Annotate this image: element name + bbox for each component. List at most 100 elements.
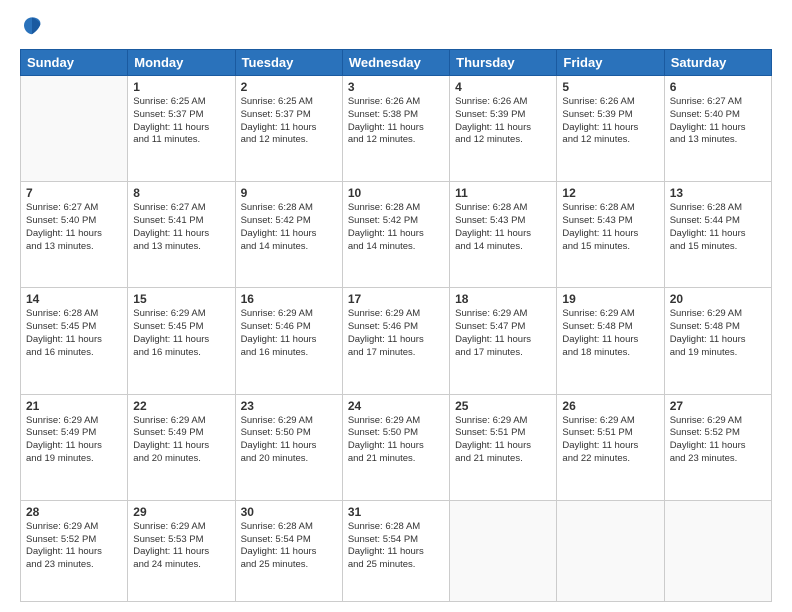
calendar-cell: 3 Sunrise: 6:26 AM Sunset: 5:38 PM Daylig…	[342, 76, 449, 182]
calendar-cell: 25Sunrise: 6:29 AM Sunset: 5:51 PM Dayli…	[450, 394, 557, 500]
calendar-cell: 15 Sunrise: 6:29 AM Sunset: 5:45 PM Dayli…	[128, 288, 235, 394]
calendar-cell: 27 Sunrise: 6:29 AM Sunset: 5:52 PM Dayli…	[664, 394, 771, 500]
day-number: 22	[133, 399, 229, 413]
day-info: Sunrise: 6:29 AM Sunset: 5:46 PM Dayligh…	[241, 308, 337, 359]
day-number: 3	[348, 80, 444, 94]
day-number: 9	[241, 186, 337, 200]
day-info: Sunrise: 6:29 AM Sunset: 5:49 PM Dayligh…	[133, 415, 229, 466]
day-number: 4	[455, 80, 551, 94]
calendar-header-monday: Monday	[128, 50, 235, 76]
calendar-cell: 13 Sunrise: 6:28 AM Sunset: 5:44 PM Dayli…	[664, 182, 771, 288]
day-info: Sunrise: 6:28 AM Sunset: 5:42 PM Dayligh…	[348, 202, 444, 253]
day-info: Sunrise: 6:28 AM Sunset: 5:44 PM Dayligh…	[670, 202, 766, 253]
day-info: Sunrise: 6:29 AM Sunset: 5:50 PM Dayligh…	[348, 415, 444, 466]
calendar-cell: 21Sunrise: 6:29 AM Sunset: 5:49 PM Dayli…	[21, 394, 128, 500]
calendar-cell	[557, 500, 664, 601]
calendar-cell: 28 Sunrise: 6:29 AM Sunset: 5:52 PM Dayli…	[21, 500, 128, 601]
day-number: 11	[455, 186, 551, 200]
day-number: 29	[133, 505, 229, 519]
calendar-cell: 8 Sunrise: 6:27 AM Sunset: 5:41 PM Daylig…	[128, 182, 235, 288]
day-info: Sunrise: 6:26 AM Sunset: 5:38 PM Dayligh…	[348, 96, 444, 147]
calendar-header-sunday: Sunday	[21, 50, 128, 76]
day-info: Sunrise: 6:29 AM Sunset: 5:53 PM Dayligh…	[133, 521, 229, 572]
calendar-cell: 20Sunrise: 6:29 AM Sunset: 5:48 PM Dayli…	[664, 288, 771, 394]
calendar-cell: 23 Sunrise: 6:29 AM Sunset: 5:50 PM Dayli…	[235, 394, 342, 500]
day-number: 18	[455, 292, 551, 306]
day-info: Sunrise: 6:28 AM Sunset: 5:54 PM Dayligh…	[348, 521, 444, 572]
calendar-cell: 12 Sunrise: 6:28 AM Sunset: 5:43 PM Dayli…	[557, 182, 664, 288]
day-info: Sunrise: 6:25 AM Sunset: 5:37 PM Dayligh…	[241, 96, 337, 147]
calendar-cell	[21, 76, 128, 182]
day-info: Sunrise: 6:28 AM Sunset: 5:54 PM Dayligh…	[241, 521, 337, 572]
calendar-cell: 29 Sunrise: 6:29 AM Sunset: 5:53 PM Dayli…	[128, 500, 235, 601]
calendar-cell: 18 Sunrise: 6:29 AM Sunset: 5:47 PM Dayli…	[450, 288, 557, 394]
day-number: 15	[133, 292, 229, 306]
day-info: Sunrise: 6:29 AM Sunset: 5:52 PM Dayligh…	[26, 521, 122, 572]
day-number: 8	[133, 186, 229, 200]
page: SundayMondayTuesdayWednesdayThursdayFrid…	[0, 0, 792, 612]
day-number: 19	[562, 292, 658, 306]
day-info: Sunrise: 6:28 AM Sunset: 5:42 PM Dayligh…	[241, 202, 337, 253]
calendar-cell: 19 Sunrise: 6:29 AM Sunset: 5:48 PM Dayli…	[557, 288, 664, 394]
day-number: 16	[241, 292, 337, 306]
day-number: 27	[670, 399, 766, 413]
calendar-cell: 2 Sunrise: 6:25 AM Sunset: 5:37 PM Daylig…	[235, 76, 342, 182]
calendar-cell: 11 Sunrise: 6:28 AM Sunset: 5:43 PM Dayli…	[450, 182, 557, 288]
day-number: 6	[670, 80, 766, 94]
calendar-week-row: 7 Sunrise: 6:27 AM Sunset: 5:40 PM Daylig…	[21, 182, 772, 288]
calendar-cell: 1 Sunrise: 6:25 AM Sunset: 5:37 PM Daylig…	[128, 76, 235, 182]
calendar-week-row: 28 Sunrise: 6:29 AM Sunset: 5:52 PM Dayli…	[21, 500, 772, 601]
calendar-header-row: SundayMondayTuesdayWednesdayThursdayFrid…	[21, 50, 772, 76]
calendar-cell	[664, 500, 771, 601]
day-number: 26	[562, 399, 658, 413]
day-number: 2	[241, 80, 337, 94]
calendar-header-thursday: Thursday	[450, 50, 557, 76]
calendar-header-wednesday: Wednesday	[342, 50, 449, 76]
day-info: Sunrise: 6:29 AM Sunset: 5:49 PM Dayligh…	[26, 415, 122, 466]
day-info: Sunrise: 6:29 AM Sunset: 5:50 PM Dayligh…	[241, 415, 337, 466]
day-info: Sunrise: 6:27 AM Sunset: 5:40 PM Dayligh…	[26, 202, 122, 253]
header	[20, 15, 772, 39]
calendar-cell: 26 Sunrise: 6:29 AM Sunset: 5:51 PM Dayli…	[557, 394, 664, 500]
calendar-cell: 10 Sunrise: 6:28 AM Sunset: 5:42 PM Dayli…	[342, 182, 449, 288]
calendar-week-row: 1 Sunrise: 6:25 AM Sunset: 5:37 PM Daylig…	[21, 76, 772, 182]
day-number: 10	[348, 186, 444, 200]
day-info: Sunrise: 6:26 AM Sunset: 5:39 PM Dayligh…	[562, 96, 658, 147]
day-number: 30	[241, 505, 337, 519]
day-info: Sunrise: 6:26 AM Sunset: 5:39 PM Dayligh…	[455, 96, 551, 147]
calendar-week-row: 14Sunrise: 6:28 AM Sunset: 5:45 PM Dayli…	[21, 288, 772, 394]
calendar-week-row: 21Sunrise: 6:29 AM Sunset: 5:49 PM Dayli…	[21, 394, 772, 500]
calendar-header-tuesday: Tuesday	[235, 50, 342, 76]
calendar-cell: 6 Sunrise: 6:27 AM Sunset: 5:40 PM Daylig…	[664, 76, 771, 182]
calendar-cell: 16 Sunrise: 6:29 AM Sunset: 5:46 PM Dayli…	[235, 288, 342, 394]
day-number: 17	[348, 292, 444, 306]
day-info: Sunrise: 6:29 AM Sunset: 5:51 PM Dayligh…	[562, 415, 658, 466]
calendar-cell: 14Sunrise: 6:28 AM Sunset: 5:45 PM Dayli…	[21, 288, 128, 394]
day-number: 24	[348, 399, 444, 413]
calendar-header-saturday: Saturday	[664, 50, 771, 76]
day-number: 1	[133, 80, 229, 94]
day-number: 23	[241, 399, 337, 413]
calendar-cell: 30 Sunrise: 6:28 AM Sunset: 5:54 PM Dayli…	[235, 500, 342, 601]
day-info: Sunrise: 6:29 AM Sunset: 5:46 PM Dayligh…	[348, 308, 444, 359]
day-info: Sunrise: 6:27 AM Sunset: 5:41 PM Dayligh…	[133, 202, 229, 253]
calendar-table: SundayMondayTuesdayWednesdayThursdayFrid…	[20, 49, 772, 602]
calendar-cell: 9 Sunrise: 6:28 AM Sunset: 5:42 PM Daylig…	[235, 182, 342, 288]
day-info: Sunrise: 6:28 AM Sunset: 5:43 PM Dayligh…	[455, 202, 551, 253]
day-number: 7	[26, 186, 122, 200]
day-number: 14	[26, 292, 122, 306]
day-info: Sunrise: 6:28 AM Sunset: 5:43 PM Dayligh…	[562, 202, 658, 253]
calendar-cell: 31Sunrise: 6:28 AM Sunset: 5:54 PM Dayli…	[342, 500, 449, 601]
day-number: 28	[26, 505, 122, 519]
calendar-cell: 5Sunrise: 6:26 AM Sunset: 5:39 PM Daylig…	[557, 76, 664, 182]
day-info: Sunrise: 6:25 AM Sunset: 5:37 PM Dayligh…	[133, 96, 229, 147]
day-number: 12	[562, 186, 658, 200]
day-info: Sunrise: 6:29 AM Sunset: 5:45 PM Dayligh…	[133, 308, 229, 359]
logo-icon	[20, 15, 44, 39]
day-number: 13	[670, 186, 766, 200]
calendar-header-friday: Friday	[557, 50, 664, 76]
day-info: Sunrise: 6:29 AM Sunset: 5:48 PM Dayligh…	[562, 308, 658, 359]
day-info: Sunrise: 6:27 AM Sunset: 5:40 PM Dayligh…	[670, 96, 766, 147]
day-info: Sunrise: 6:29 AM Sunset: 5:52 PM Dayligh…	[670, 415, 766, 466]
day-info: Sunrise: 6:29 AM Sunset: 5:47 PM Dayligh…	[455, 308, 551, 359]
